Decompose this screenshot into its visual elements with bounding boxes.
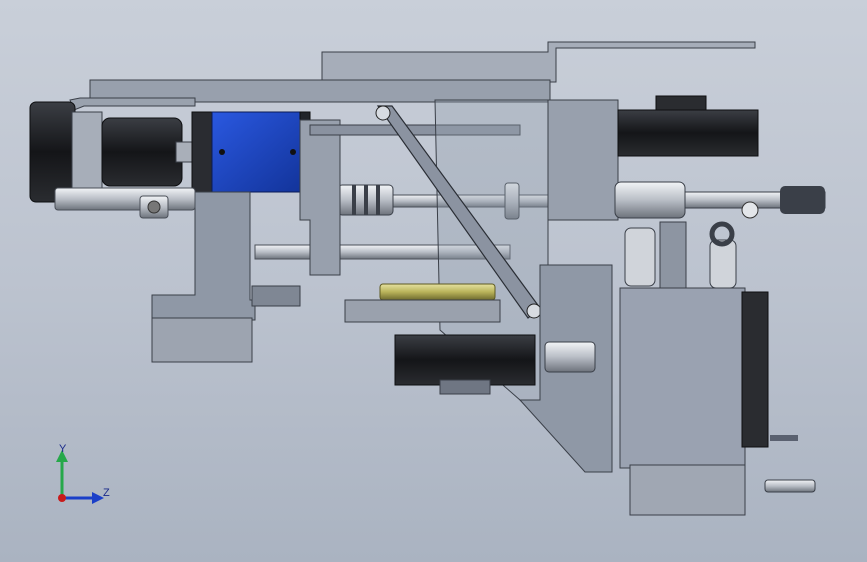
right-actuator-block[interactable] <box>619 287 746 469</box>
triad-z-label: Z <box>103 487 110 499</box>
set-screw <box>147 200 161 214</box>
gearbox-screw <box>290 149 296 155</box>
motor-clamp[interactable] <box>175 141 193 163</box>
assembly-model[interactable] <box>0 0 867 562</box>
stepper-motor-left[interactable] <box>29 101 76 203</box>
cylinder-bracket[interactable] <box>344 299 501 323</box>
fitting-nut[interactable] <box>741 201 759 219</box>
bottom-drive-motor[interactable] <box>394 334 536 386</box>
top-bracket[interactable] <box>321 41 756 83</box>
right-upper-frame[interactable] <box>547 99 619 221</box>
right-motor-block[interactable] <box>617 109 759 157</box>
actuator-side-plate[interactable] <box>741 291 769 448</box>
input-shaft[interactable] <box>54 187 196 211</box>
bottom-motor-spacer[interactable] <box>251 285 301 307</box>
brass-spring-cylinder[interactable] <box>379 283 496 301</box>
coupling-slot <box>352 185 356 215</box>
fitting-ribbed[interactable] <box>780 186 825 214</box>
drive-motor-flange[interactable] <box>439 379 491 395</box>
stepper-motor-bottom[interactable] <box>151 317 253 363</box>
pneumatic-fitting-2[interactable] <box>709 239 737 289</box>
gearbox-screw <box>219 149 225 155</box>
bottom-coupling[interactable] <box>544 341 596 373</box>
coupling-slot <box>364 185 368 215</box>
coupling-slot <box>376 185 380 215</box>
fitting-center[interactable] <box>659 221 687 289</box>
actuator-base[interactable] <box>629 464 746 516</box>
upper-frame-hook[interactable] <box>69 97 196 111</box>
output-shaft[interactable] <box>614 181 686 219</box>
motor-mount-plate[interactable] <box>71 111 103 198</box>
x-axis-dot <box>58 494 66 502</box>
motor-body[interactable] <box>101 117 183 187</box>
right-motor-cap[interactable] <box>655 95 707 111</box>
pivot-upper[interactable] <box>375 105 391 121</box>
cad-viewport[interactable]: Y Z <box>0 0 867 562</box>
pivot-lower[interactable] <box>526 303 542 319</box>
pneumatic-fittings[interactable] <box>624 227 656 287</box>
triad-y-label: Y <box>59 443 67 455</box>
bottom-fitting[interactable] <box>764 479 816 493</box>
side-fitting[interactable] <box>770 435 798 441</box>
gearbox-housing[interactable] <box>191 111 213 193</box>
